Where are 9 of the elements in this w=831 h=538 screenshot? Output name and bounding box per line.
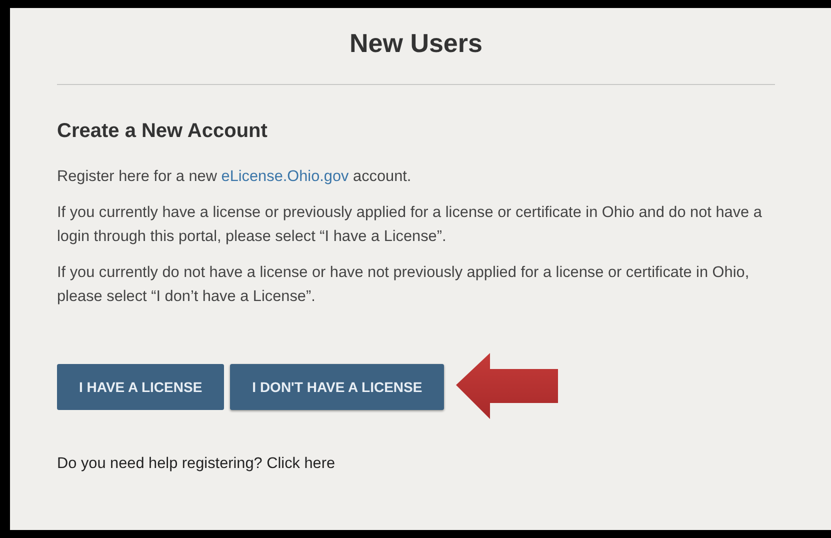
site-link[interactable]: eLicense.Ohio.gov	[221, 168, 349, 185]
license-button[interactable]: I DON'T HAVE A LICENSE	[230, 364, 444, 410]
license-button[interactable]: I HAVE A LICENSE	[57, 364, 224, 410]
section-heading: Create a New Account	[57, 119, 268, 143]
intro-text: Register here for a new eLicense.Ohio.gov account.	[57, 167, 412, 187]
help-text: Do you need help registering? Click here	[57, 455, 336, 473]
section-title: New Users	[348, 28, 484, 58]
instruction-text: If you currently have a license or previously applied for a license or certificate in Ohio and do not have a login through this portal, please select “I have a License”.	[57, 203, 763, 247]
instruction-text: If you currently do not have a license or have not previously applied for a license or certificate in Ohio, please select “I don’t have a License”.	[57, 263, 750, 307]
